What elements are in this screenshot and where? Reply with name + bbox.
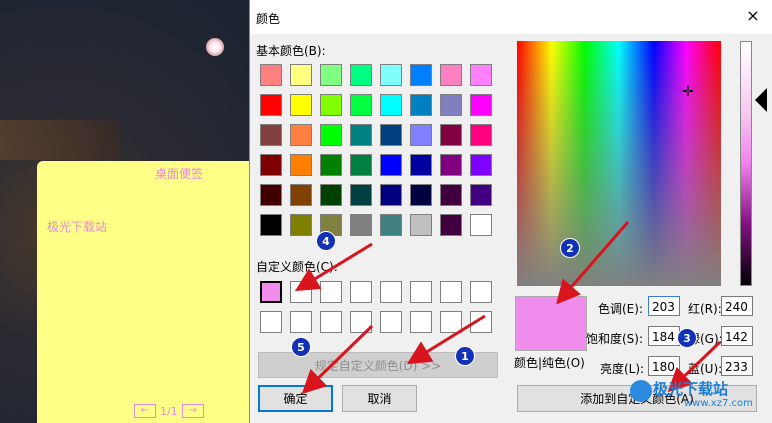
arrow-5 <box>301 324 374 395</box>
watermark-url: www.xz7.com <box>684 398 753 409</box>
annotation-arrows <box>294 221 722 395</box>
arrow-1 <box>406 314 486 365</box>
arrow-4 <box>294 242 373 292</box>
arrow-2 <box>556 221 630 305</box>
watermark-text: 极光下载站 <box>653 380 729 398</box>
watermark-logo-icon <box>630 380 652 402</box>
